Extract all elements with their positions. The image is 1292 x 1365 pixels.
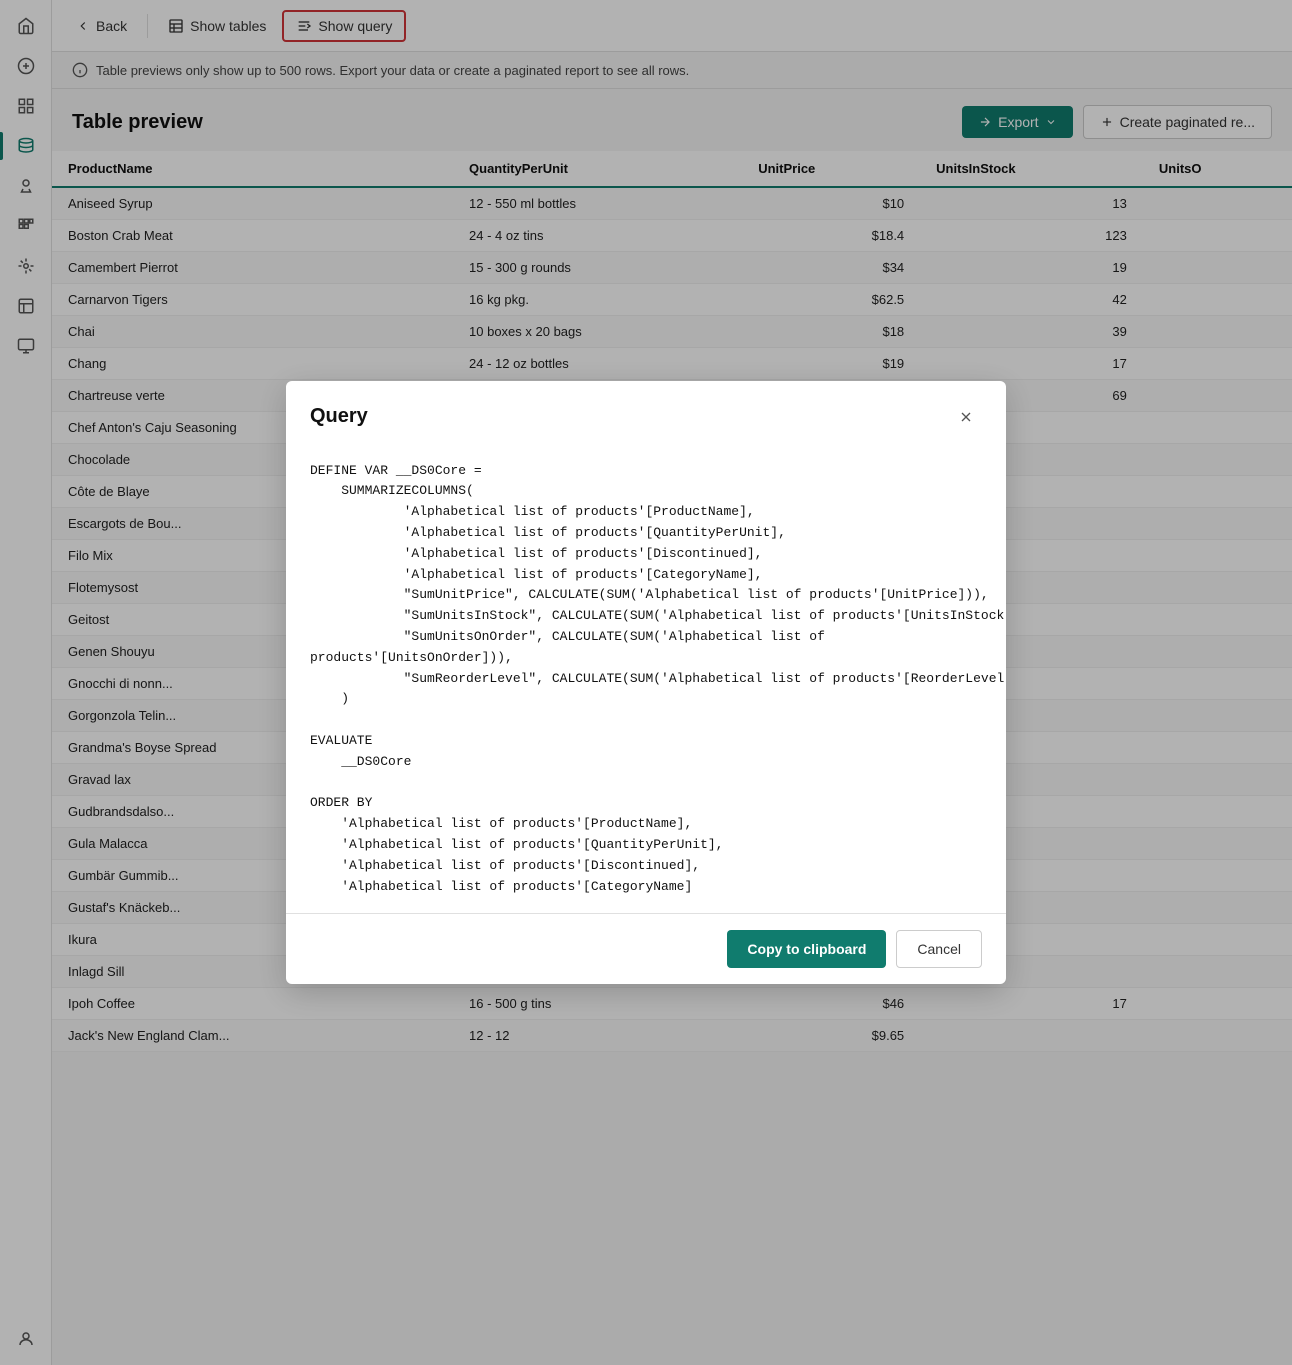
modal-close-button[interactable] bbox=[950, 401, 982, 433]
modal-overlay: Query DEFINE VAR __DS0Core = SUMMARIZECO… bbox=[0, 0, 1292, 1365]
modal-footer: Copy to clipboard Cancel bbox=[286, 913, 1006, 984]
cancel-button[interactable]: Cancel bbox=[896, 930, 982, 968]
copy-to-clipboard-button[interactable]: Copy to clipboard bbox=[727, 930, 886, 968]
modal-header: Query bbox=[286, 381, 1006, 445]
query-code: DEFINE VAR __DS0Core = SUMMARIZECOLUMNS(… bbox=[310, 461, 982, 898]
query-modal: Query DEFINE VAR __DS0Core = SUMMARIZECO… bbox=[286, 381, 1006, 985]
modal-title: Query bbox=[310, 405, 368, 428]
close-icon bbox=[958, 409, 974, 425]
modal-body: DEFINE VAR __DS0Core = SUMMARIZECOLUMNS(… bbox=[286, 445, 1006, 914]
